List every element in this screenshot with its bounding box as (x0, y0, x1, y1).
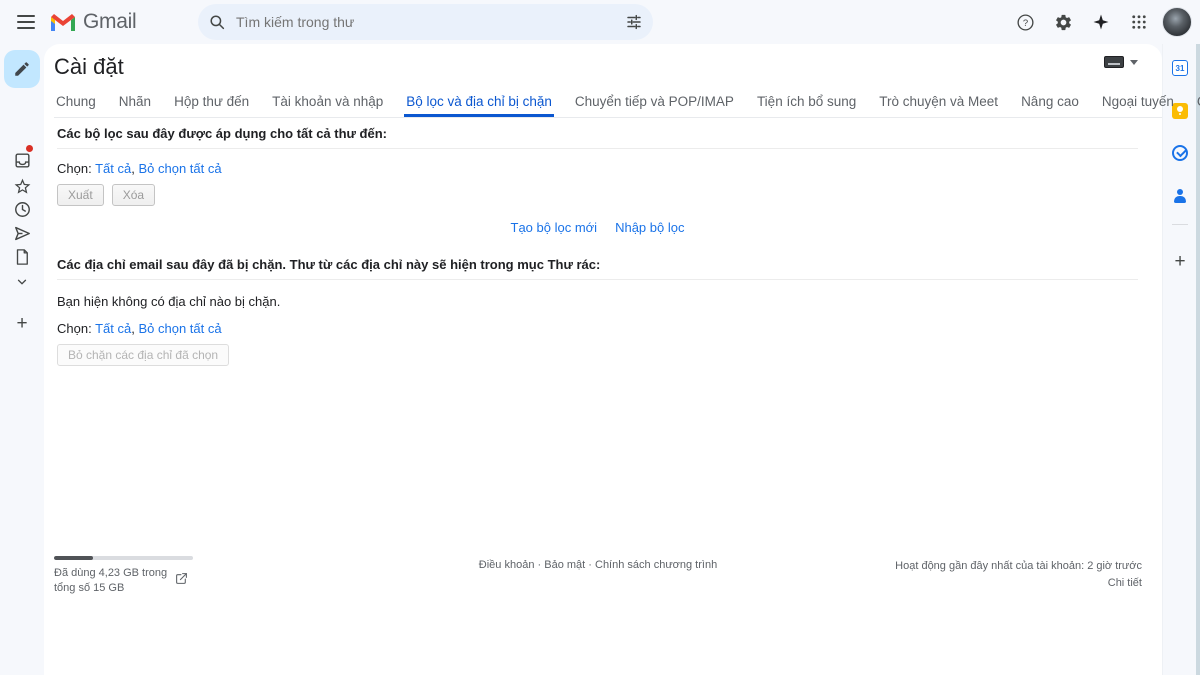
account-activity: Hoạt động gần đây nhất của tài khoản: 2 … (895, 558, 1142, 591)
page-title: Cài đặt (54, 54, 1138, 80)
tab-bo-loc-va-dia-chi-bi-chan[interactable]: Bộ lọc và địa chỉ bị chặn (404, 90, 554, 117)
external-link-icon (175, 572, 188, 585)
sidebar-item-starred[interactable] (0, 174, 44, 198)
hamburger-icon (17, 21, 35, 23)
contacts-app-button[interactable] (1163, 184, 1197, 208)
terms-link[interactable]: Điều khoản (479, 559, 535, 571)
tab-nhan[interactable]: Nhãn (117, 90, 153, 117)
search-icon[interactable] (208, 13, 226, 31)
search-input[interactable] (236, 14, 625, 30)
tab-chuyen-tiep-pop-imap[interactable]: Chuyển tiếp và POP/IMAP (573, 90, 736, 117)
settings-card: Cài đặt Chung Nhãn Hộp thư đến Tài khoản… (44, 44, 1162, 675)
divider (57, 148, 1138, 149)
topbar: Gmail ? (0, 0, 1200, 44)
filters-section: Các bộ lọc sau đây được áp dụng cho tất … (44, 126, 1162, 235)
gemini-sparkle-button[interactable] (1086, 7, 1116, 37)
divider (57, 279, 1138, 280)
delete-button[interactable]: Xóa (112, 184, 155, 206)
keyboard-icon (1104, 56, 1124, 68)
sidebar-item-sent[interactable] (0, 221, 44, 245)
side-panel-divider (1172, 224, 1188, 225)
filters-select-line: Chọn: Tất cả, Bỏ chọn tất cả (57, 161, 1138, 176)
star-icon (13, 177, 32, 196)
side-panel: 31 + (1162, 44, 1200, 675)
tab-tien-ich-bo-sung[interactable]: Tiện ích bổ sung (755, 90, 858, 117)
clock-icon (13, 200, 32, 219)
sidebar-item-inbox[interactable] (0, 148, 44, 172)
search-bar[interactable] (198, 4, 653, 40)
plus-icon: + (16, 314, 27, 333)
search-options-icon[interactable] (625, 13, 643, 31)
main-menu-button[interactable] (6, 2, 46, 42)
gmail-m-icon (50, 12, 76, 32)
blocked-actions: Bỏ chặn các địa chỉ đã chọn (57, 344, 1138, 366)
chevron-down-icon (15, 275, 29, 289)
svg-text:?: ? (1022, 17, 1027, 28)
sidebar-more-chevron[interactable] (0, 270, 44, 294)
plus-icon: + (1174, 252, 1185, 271)
compose-button[interactable] (4, 50, 40, 88)
left-navigation-rail: + (0, 44, 44, 675)
blocked-section-header: Các địa chỉ email sau đây đã bị chặn. Th… (57, 257, 1138, 272)
create-label-button[interactable]: + (0, 311, 44, 335)
tab-tai-khoan-va-nhap[interactable]: Tài khoản và nhập (270, 90, 385, 117)
dot-separator: · (538, 559, 542, 571)
export-button[interactable]: Xuất (57, 184, 104, 206)
dot-separator: · (588, 559, 592, 571)
filters-section-header: Các bộ lọc sau đây được áp dụng cho tất … (57, 126, 1138, 141)
create-filter-link[interactable]: Tạo bộ lọc mới (511, 220, 598, 235)
google-apps-grid-button[interactable] (1124, 7, 1154, 37)
settings-gear-button[interactable] (1048, 7, 1078, 37)
topbar-actions: ? (1010, 0, 1192, 44)
unblock-button[interactable]: Bỏ chặn các địa chỉ đã chọn (57, 344, 229, 366)
calendar-icon: 31 (1172, 60, 1188, 76)
draft-icon (13, 248, 31, 266)
filters-actions: Xuất Xóa (57, 184, 1138, 206)
separator: , (131, 161, 135, 176)
tab-ngoai-tuyen[interactable]: Ngoại tuyến (1100, 90, 1176, 117)
select-all-link[interactable]: Tất cả (95, 161, 131, 176)
blocked-select-line: Chọn: Tất cả, Bỏ chọn tất cả (57, 321, 1138, 336)
tab-chung[interactable]: Chung (54, 90, 98, 117)
select-all-link[interactable]: Tất cả (95, 321, 131, 336)
send-icon (13, 224, 32, 243)
input-tools-selector[interactable] (1104, 56, 1138, 68)
select-label: Chọn: (57, 321, 92, 336)
gmail-logo-text: Gmail (83, 10, 136, 34)
dropdown-caret-icon (1130, 60, 1138, 65)
settings-tabs: Chung Nhãn Hộp thư đến Tài khoản và nhập… (54, 90, 1162, 118)
tab-nang-cao[interactable]: Nâng cao (1019, 90, 1081, 117)
tab-chu-de[interactable]: Chủ đề (1195, 90, 1200, 117)
privacy-link[interactable]: Bảo mật (544, 559, 585, 571)
contacts-icon (1173, 189, 1187, 203)
get-addons-button[interactable]: + (1163, 249, 1197, 273)
deselect-all-link[interactable]: Bỏ chọn tất cả (138, 321, 221, 336)
deselect-all-link[interactable]: Bỏ chọn tất cả (138, 161, 221, 176)
pencil-icon (13, 60, 31, 78)
account-avatar[interactable] (1162, 7, 1192, 37)
tasks-app-button[interactable] (1163, 141, 1197, 165)
blocked-empty-text: Bạn hiện không có địa chỉ nào bị chặn. (57, 294, 1138, 309)
unread-notification-dot (26, 145, 33, 152)
tab-hop-thu-den[interactable]: Hộp thư đến (172, 90, 251, 117)
open-storage-button[interactable] (175, 572, 188, 585)
select-label: Chọn: (57, 161, 92, 176)
settings-header: Cài đặt (44, 44, 1162, 80)
tasks-icon (1172, 145, 1188, 161)
help-button[interactable]: ? (1010, 7, 1040, 37)
gmail-logo[interactable]: Gmail (50, 10, 154, 34)
tab-tro-chuyen-va-meet[interactable]: Trò chuyện và Meet (877, 90, 1000, 117)
import-filter-link[interactable]: Nhập bộ lọc (615, 220, 684, 235)
sidebar-item-drafts[interactable] (0, 245, 44, 269)
program-policies-link[interactable]: Chính sách chương trình (595, 559, 717, 571)
separator: , (131, 321, 135, 336)
blocked-addresses-section: Các địa chỉ email sau đây đã bị chặn. Th… (44, 257, 1162, 366)
gmail-settings-page: Gmail ? (0, 0, 1200, 675)
calendar-app-button[interactable]: 31 (1163, 56, 1197, 80)
inbox-icon (13, 151, 32, 170)
activity-text: Hoạt động gần đây nhất của tài khoản: 2 … (895, 560, 1142, 572)
filter-links: Tạo bộ lọc mới Nhập bộ lọc (57, 220, 1138, 235)
activity-details-link[interactable]: Chi tiết (895, 575, 1142, 592)
sidebar-item-snoozed[interactable] (0, 197, 44, 221)
